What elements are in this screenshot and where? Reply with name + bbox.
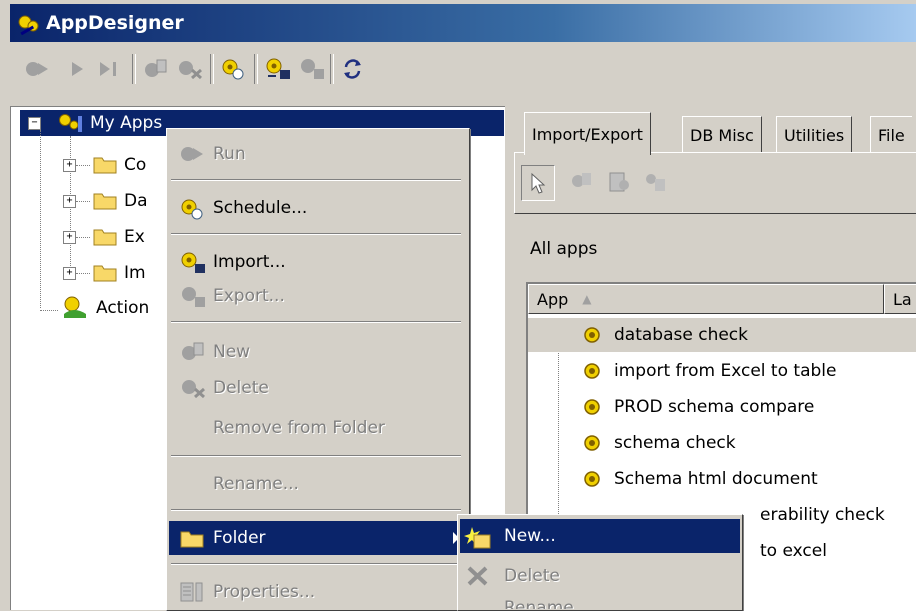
tree-line (76, 165, 90, 166)
toolbar-separator (132, 54, 136, 84)
menu-item-run[interactable]: Run (169, 137, 467, 171)
toolbar-separator (330, 54, 334, 84)
my-apps-icon (56, 112, 84, 141)
toolbar-separator (210, 54, 214, 84)
new-folder-icon (464, 525, 494, 556)
import-icon (179, 251, 207, 280)
export-icon (179, 285, 207, 314)
import-icon[interactable] (264, 56, 290, 82)
menu-separator (171, 233, 461, 235)
toolbar (10, 44, 916, 94)
gear-icon (582, 325, 602, 350)
tree-item-actions[interactable]: Action (96, 296, 149, 320)
tree-expander[interactable]: + (63, 159, 76, 172)
run-gear-icon[interactable] (24, 56, 50, 82)
gear-icon (582, 469, 602, 494)
tab-file[interactable]: File (870, 116, 912, 153)
tree-item-my-apps[interactable]: My Apps (90, 111, 162, 135)
submenu-item-rename[interactable]: Rename... (460, 595, 740, 609)
menu-item-delete[interactable]: Delete (169, 371, 467, 405)
tree-line (76, 273, 90, 274)
run-app-icon[interactable] (569, 171, 593, 198)
properties-icon (179, 581, 205, 608)
delete-x-icon (466, 565, 490, 592)
app-gear-icon (16, 13, 40, 40)
new-app-icon[interactable] (142, 56, 168, 82)
tree-expander[interactable]: − (28, 117, 41, 130)
schedule-icon (179, 197, 205, 226)
tree-item-folder[interactable]: Im (124, 261, 146, 285)
context-menu: Run Schedule... Import... Export... New … (166, 128, 470, 611)
menu-separator (171, 455, 461, 457)
schedule-icon[interactable] (220, 56, 246, 82)
document-icon[interactable] (607, 171, 631, 198)
folder-submenu: New... Delete Rename... (457, 514, 743, 611)
menu-separator (171, 563, 461, 565)
actions-icon (60, 294, 90, 325)
folder-icon (179, 527, 205, 554)
list-item[interactable]: schema check (528, 426, 916, 460)
folder-icon (92, 189, 118, 216)
toolbar-separator (254, 54, 258, 84)
tab-utilities[interactable]: Utilities (776, 116, 853, 153)
menu-item-export[interactable]: Export... (169, 279, 467, 313)
column-header-app[interactable]: App ▲ (528, 284, 884, 314)
tab-import-export[interactable]: Import/Export (524, 112, 651, 155)
submenu-item-delete[interactable]: Delete (460, 559, 740, 593)
tab-db-misc[interactable]: DB Misc (682, 116, 762, 153)
menu-item-new[interactable]: New (169, 335, 467, 369)
menu-separator (171, 509, 461, 511)
menu-item-schedule[interactable]: Schedule... (169, 191, 467, 225)
export-icon[interactable] (298, 56, 324, 82)
tree-expander[interactable]: + (63, 267, 76, 280)
menu-item-rename[interactable]: Rename... (169, 467, 467, 501)
gear-icon (582, 397, 602, 422)
tree-line (40, 130, 41, 308)
tree-item-folder[interactable]: Co (124, 153, 146, 177)
menu-item-remove-from-folder[interactable]: Remove from Folder (169, 411, 467, 445)
copy-app-icon[interactable] (643, 171, 667, 198)
tree-line (76, 201, 90, 202)
list-item[interactable]: PROD schema compare (528, 390, 916, 424)
delete-app-icon[interactable] (176, 56, 202, 82)
list-item[interactable]: import from Excel to table (528, 354, 916, 388)
tree-expander[interactable]: + (63, 195, 76, 208)
title-bar: AppDesigner (10, 4, 916, 42)
menu-item-folder[interactable]: Folder (169, 521, 467, 555)
sort-ascending-icon: ▲ (582, 292, 592, 306)
tree-line (40, 310, 58, 311)
folder-icon (92, 153, 118, 180)
tree-item-folder[interactable]: Ex (124, 225, 145, 249)
play-icon[interactable] (64, 56, 90, 82)
refresh-icon[interactable] (340, 56, 366, 82)
tree-item-label: My Apps (90, 113, 163, 133)
menu-separator (171, 321, 461, 323)
step-icon[interactable] (96, 56, 122, 82)
window-title: AppDesigner (46, 12, 184, 34)
pointer-icon[interactable] (521, 165, 555, 201)
tree-expander[interactable]: + (63, 231, 76, 244)
tab-pane (514, 152, 916, 214)
menu-item-import[interactable]: Import... (169, 245, 467, 279)
delete-icon (179, 377, 207, 404)
submenu-item-new[interactable]: New... (460, 519, 740, 553)
gear-icon (582, 361, 602, 386)
new-icon (179, 341, 205, 368)
list-item[interactable]: database check (528, 318, 916, 352)
column-header-last[interactable]: La (884, 284, 916, 314)
menu-separator (171, 179, 461, 181)
tree-item-folder[interactable]: Da (124, 189, 148, 213)
list-item[interactable]: Schema html document (528, 462, 916, 496)
folder-icon (92, 261, 118, 288)
section-label: All apps (530, 239, 598, 259)
gear-icon (582, 433, 602, 458)
tree-line (76, 237, 90, 238)
run-icon (179, 143, 205, 170)
menu-item-properties[interactable]: Properties... (169, 575, 467, 609)
folder-icon (92, 225, 118, 252)
